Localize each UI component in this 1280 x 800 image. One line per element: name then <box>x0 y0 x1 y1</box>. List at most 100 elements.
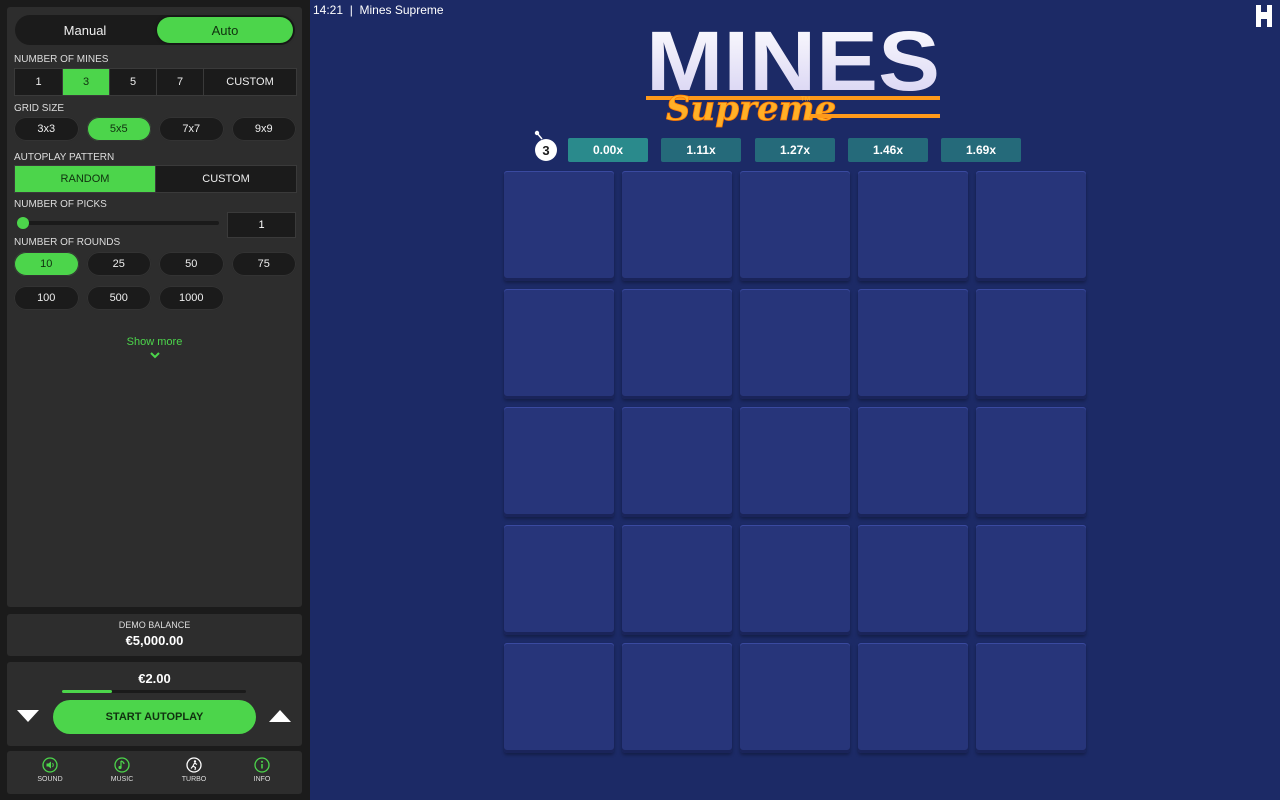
mines-option-3[interactable]: 3 <box>63 69 110 95</box>
picks-slider[interactable] <box>17 217 219 229</box>
mine-tile[interactable] <box>740 407 850 517</box>
balance-panel: DEMO BALANCE €5,000.00 <box>7 614 302 656</box>
sidebar: Manual Auto NUMBER OF MINES 1 3 5 7 CUST… <box>0 0 310 800</box>
music-label: MUSIC <box>110 776 134 783</box>
auto-mode-button[interactable]: Auto <box>157 17 293 43</box>
chevron-down-icon <box>149 352 160 359</box>
rounds-option-75[interactable]: 75 <box>231 252 296 276</box>
mines-selector: 1 3 5 7 CUSTOM <box>14 68 297 96</box>
rounds-option-10[interactable]: 10 <box>14 252 79 276</box>
clock: 14:21 <box>313 3 344 17</box>
mine-grid <box>504 171 1086 753</box>
mines-supreme-logo: MINES Supreme ™ <box>646 20 940 129</box>
mine-tile[interactable] <box>858 171 968 281</box>
rounds-selector-row-2: 100 500 1000 <box>14 286 296 310</box>
picks-slider-thumb[interactable] <box>17 217 29 229</box>
sound-toggle[interactable]: SOUND <box>25 757 75 783</box>
mines-option-5[interactable]: 5 <box>110 69 157 95</box>
game-title: Mines Supreme <box>359 3 444 17</box>
start-autoplay-button[interactable]: START AUTOPLAY <box>53 700 256 734</box>
multiplier-0: 0.00x <box>568 138 648 162</box>
multiplier-4: 1.69x <box>941 138 1021 162</box>
mine-tile[interactable] <box>858 407 968 517</box>
mines-label: NUMBER OF MINES <box>14 54 109 65</box>
mine-tile[interactable] <box>504 525 614 635</box>
mine-count: 3 <box>542 143 549 158</box>
header-bar: 14:21 | Mines Supreme <box>313 3 444 17</box>
pattern-random[interactable]: RANDOM <box>15 166 156 192</box>
multiplier-3: 1.46x <box>848 138 928 162</box>
mine-tile[interactable] <box>622 171 732 281</box>
mine-tile[interactable] <box>976 643 1086 753</box>
mine-tile[interactable] <box>976 407 1086 517</box>
turbo-toggle[interactable]: TURBO <box>169 757 219 783</box>
mine-tile[interactable] <box>504 407 614 517</box>
bet-panel: €2.00 START AUTOPLAY <box>7 662 302 746</box>
grid-size-3x3[interactable]: 3x3 <box>14 117 79 141</box>
music-toggle[interactable]: MUSIC <box>97 757 147 783</box>
bet-slider-fill <box>62 690 112 693</box>
header-divider: | <box>346 3 357 17</box>
mine-tile[interactable] <box>622 525 732 635</box>
decrease-bet-icon[interactable] <box>16 708 40 724</box>
provider-logo-icon <box>1256 5 1272 27</box>
turbo-icon <box>186 757 202 773</box>
picks-value-input[interactable]: 1 <box>227 212 296 238</box>
mine-tile[interactable] <box>740 289 850 399</box>
grid-size-9x9[interactable]: 9x9 <box>231 117 296 141</box>
mine-tile[interactable] <box>740 643 850 753</box>
mines-option-7[interactable]: 7 <box>157 69 204 95</box>
info-label: INFO <box>253 776 271 783</box>
mine-tile[interactable] <box>740 525 850 635</box>
grid-size-selector: 3x3 5x5 7x7 9x9 <box>14 117 296 141</box>
mine-count-badge: 3 <box>534 130 557 161</box>
mine-tile[interactable] <box>858 643 968 753</box>
mine-tile[interactable] <box>976 171 1086 281</box>
mine-tile[interactable] <box>504 289 614 399</box>
footer-controls: SOUND MUSIC TURBO INFO <box>7 751 302 794</box>
rounds-option-100[interactable]: 100 <box>14 286 79 310</box>
mine-tile[interactable] <box>740 171 850 281</box>
manual-mode-button[interactable]: Manual <box>17 17 153 43</box>
multiplier-1: 1.11x <box>661 138 741 162</box>
rounds-selector-row-1: 10 25 50 75 <box>14 252 296 276</box>
grid-size-label: GRID SIZE <box>14 103 65 114</box>
balance-label: DEMO BALANCE <box>118 620 191 630</box>
sound-label: SOUND <box>37 776 63 783</box>
rounds-option-500[interactable]: 500 <box>86 286 151 310</box>
mines-option-1[interactable]: 1 <box>15 69 63 95</box>
rounds-option-50[interactable]: 50 <box>159 252 224 276</box>
increase-bet-icon[interactable] <box>268 708 292 724</box>
mine-tile[interactable] <box>858 289 968 399</box>
rounds-label: NUMBER OF ROUNDS <box>14 237 121 248</box>
mines-option-custom[interactable]: CUSTOM <box>204 69 296 95</box>
mine-tile[interactable] <box>504 171 614 281</box>
mine-tile[interactable] <box>976 525 1086 635</box>
mine-tile[interactable] <box>858 525 968 635</box>
multiplier-2: 1.27x <box>755 138 835 162</box>
rounds-option-25[interactable]: 25 <box>86 252 151 276</box>
pattern-custom[interactable]: CUSTOM <box>156 166 296 192</box>
music-note-icon <box>114 757 130 773</box>
mine-tile[interactable] <box>976 289 1086 399</box>
bet-slider[interactable] <box>62 690 246 693</box>
pattern-label: AUTOPLAY PATTERN <box>14 152 115 163</box>
pattern-selector: RANDOM CUSTOM <box>14 165 297 193</box>
mine-tile[interactable] <box>622 407 732 517</box>
mine-tile[interactable] <box>504 643 614 753</box>
grid-size-7x7[interactable]: 7x7 <box>159 117 224 141</box>
mine-tile[interactable] <box>622 289 732 399</box>
info-icon <box>254 757 270 773</box>
balance-value: €5,000.00 <box>125 633 184 648</box>
info-button[interactable]: INFO <box>237 757 287 783</box>
autoplay-settings-panel: Manual Auto NUMBER OF MINES 1 3 5 7 CUST… <box>7 7 302 607</box>
speaker-icon <box>42 757 58 773</box>
show-more-label: Show more <box>126 336 183 348</box>
show-more-button[interactable]: Show more <box>7 336 302 360</box>
grid-size-5x5[interactable]: 5x5 <box>86 117 151 141</box>
game-area: 14:21 | Mines Supreme MINES Supreme ™ 3 … <box>310 0 1280 800</box>
rounds-option-1000[interactable]: 1000 <box>159 286 224 310</box>
mine-tile[interactable] <box>622 643 732 753</box>
mode-toggle: Manual Auto <box>15 15 295 45</box>
picks-label: NUMBER OF PICKS <box>14 199 107 210</box>
